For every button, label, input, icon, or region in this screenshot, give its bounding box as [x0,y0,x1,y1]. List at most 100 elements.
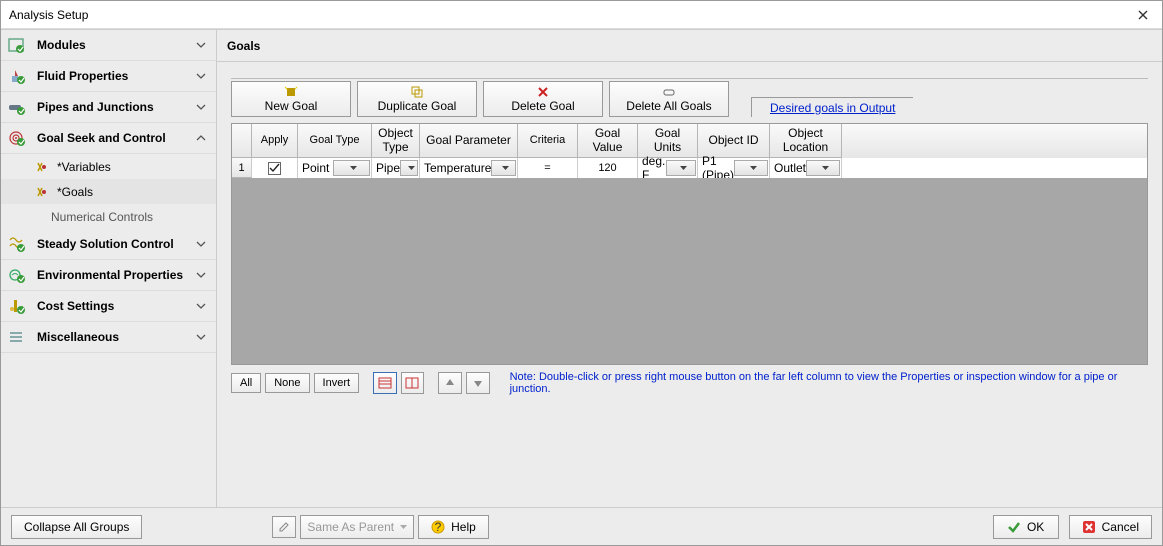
goal-parameter-cell[interactable]: Temperature [420,158,518,178]
new-goal-button[interactable]: New Goal [231,81,351,117]
sidebar-item-label: Cost Settings [37,299,196,313]
goal-type-cell[interactable]: Point [298,158,372,178]
main-panel: Goals New Goal Duplicate Goal Delete Goa… [217,30,1162,507]
dropdown-arrow-icon [806,160,840,176]
filter-none-button[interactable]: None [265,373,309,393]
dialog-body: Modules Fluid Properties Pipes and Junct… [1,29,1162,507]
sidebar-sub-label: *Goals [57,185,93,199]
chevron-down-icon [196,241,210,247]
sidebar-item-steady[interactable]: Steady Solution Control [1,229,216,260]
view-mode-2-button[interactable] [401,372,425,394]
svg-text:?: ? [435,520,442,534]
col-object-type[interactable]: Object Type [372,124,420,158]
cancel-icon [1082,520,1096,534]
object-type-cell[interactable]: Pipe [372,158,420,178]
grid-empty-area [232,178,1147,364]
rows-icon [378,377,392,389]
dropdown-arrow-icon [666,160,696,176]
sidebar-item-label: Goal Seek and Control [37,131,196,145]
chevron-up-icon [196,135,210,141]
variable-icon [35,161,51,173]
collapse-all-button[interactable]: Collapse All Groups [11,515,142,539]
desired-goals-link-box: Desired goals in Output [751,97,913,117]
modules-icon [7,36,27,54]
col-goal-units[interactable]: Goal Units [638,124,698,158]
col-criteria[interactable]: Criteria [518,124,578,158]
sidebar: Modules Fluid Properties Pipes and Junct… [1,30,217,507]
cancel-button[interactable]: Cancel [1069,515,1152,539]
sidebar-item-label: Miscellaneous [37,330,196,344]
chevron-down-icon [196,104,210,110]
delete-all-goals-button[interactable]: Delete All Goals [609,81,729,117]
col-goal-type[interactable]: Goal Type [298,124,372,158]
sidebar-sub-numerical[interactable]: Numerical Controls [1,204,216,229]
apply-cell[interactable] [252,158,298,178]
move-down-button[interactable] [466,372,490,394]
duplicate-goal-button[interactable]: Duplicate Goal [357,81,477,117]
desired-goals-link[interactable]: Desired goals in Output [770,101,895,115]
sidebar-item-modules[interactable]: Modules [1,30,216,61]
help-button[interactable]: ? Help [418,515,489,539]
same-as-parent-dropdown[interactable]: Same As Parent [300,515,414,539]
misc-icon [7,328,27,346]
eraser-icon [662,85,676,99]
col-object-location[interactable]: Object Location [770,124,842,158]
new-icon [284,85,298,99]
sidebar-sub-goals[interactable]: *Goals [1,179,216,204]
row-number[interactable]: 1 [232,158,252,178]
sidebar-item-env[interactable]: Environmental Properties [1,260,216,291]
col-apply[interactable]: Apply [252,124,298,158]
grid-row[interactable]: 1 Point Pipe Temperature = 120 deg. F P1… [232,158,1147,178]
col-object-id[interactable]: Object ID [698,124,770,158]
goals-grid: Apply Goal Type Object Type Goal Paramet… [231,123,1148,365]
close-button[interactable] [1132,8,1154,22]
dropdown-arrow-icon [400,525,407,529]
move-up-button[interactable] [438,372,462,394]
delete-goal-button[interactable]: Delete Goal [483,81,603,117]
col-goal-parameter[interactable]: Goal Parameter [420,124,518,158]
sidebar-item-label: Steady Solution Control [37,237,196,251]
sidebar-item-fluid[interactable]: Fluid Properties [1,61,216,92]
sidebar-sub-variables[interactable]: *Variables [1,154,216,179]
col-blank [232,124,252,158]
goal-value-cell[interactable]: 120 [578,158,638,178]
grid-note: Note: Double-click or press right mouse … [510,371,1152,395]
chevron-down-icon [196,272,210,278]
sidebar-item-goal[interactable]: Goal Seek and Control [1,123,216,154]
chevron-down-icon [196,73,210,79]
same-as-parent-edit-button[interactable] [272,516,296,538]
sidebar-item-label: Pipes and Junctions [37,100,196,114]
edit-icon [278,521,290,533]
view-mode-1-button[interactable] [373,372,397,394]
dropdown-arrow-icon [400,160,418,176]
help-icon: ? [431,520,445,534]
filter-row: All None Invert Note: Double-click or pr… [231,371,1152,395]
dropdown-arrow-icon [734,160,768,176]
grid-header: Apply Goal Type Object Type Goal Paramet… [232,124,1147,158]
duplicate-icon [410,85,424,99]
object-id-cell[interactable]: P1 (Pipe) [698,158,770,178]
sidebar-item-pipes[interactable]: Pipes and Junctions [1,92,216,123]
delete-icon [537,85,549,99]
panel-title: Goals [217,30,1162,62]
object-location-cell[interactable]: Outlet [770,158,842,178]
filter-all-button[interactable]: All [231,373,261,393]
chevron-down-icon [196,42,210,48]
checkbox-checked-icon [268,162,281,175]
dropdown-arrow-icon [491,160,516,176]
col-goal-value[interactable]: Goal Value [578,124,638,158]
pipes-icon [7,98,27,116]
criteria-cell[interactable]: = [518,158,578,178]
sidebar-item-misc[interactable]: Miscellaneous [1,322,216,353]
filter-invert-button[interactable]: Invert [314,373,360,393]
ok-button[interactable]: OK [993,515,1059,539]
goal-units-cell[interactable]: deg. F [638,158,698,178]
chevron-down-icon [196,303,210,309]
steady-icon [7,235,27,253]
sidebar-item-cost[interactable]: Cost Settings [1,291,216,322]
sidebar-item-label: Environmental Properties [37,268,196,282]
check-icon [1007,520,1021,534]
split-icon [405,377,419,389]
target-icon [7,129,27,147]
toolbar: New Goal Duplicate Goal Delete Goal Dele… [231,78,1148,117]
